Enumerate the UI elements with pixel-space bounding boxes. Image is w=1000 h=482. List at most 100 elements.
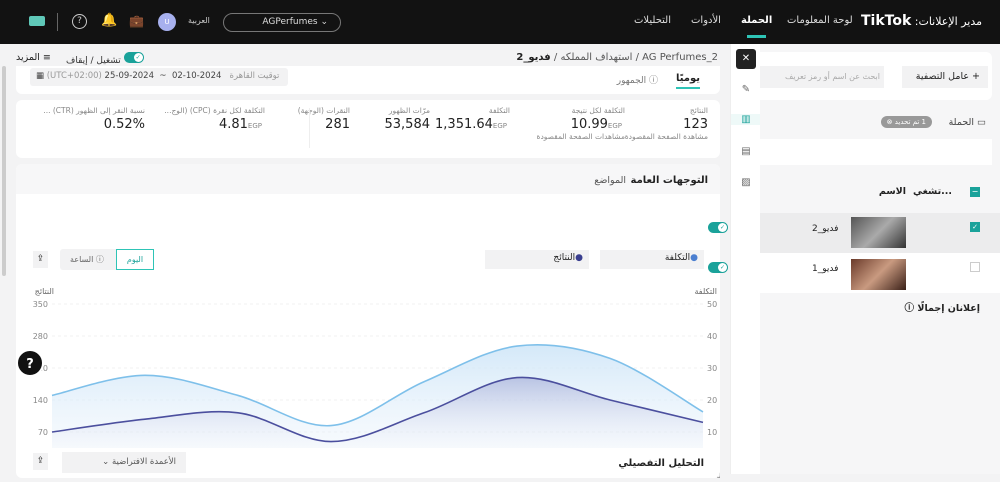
metric-1: التكلفة لكل نتيجة 10.99EGP مشاهدات الصفحة … — [537, 106, 625, 141]
chart-icon[interactable]: ▥ — [731, 114, 761, 125]
brand-name: TikTok — [861, 13, 911, 29]
date-start: 2024-09-25 — [105, 71, 154, 81]
status-toggle[interactable] — [124, 52, 144, 63]
campaign-label: الحملة — [949, 117, 974, 128]
brand-logo[interactable]: مدير الإعلانات: TikTok — [861, 13, 982, 29]
metric-select-cost[interactable]: ●التكلفة — [600, 250, 704, 269]
left-tick-label: 280 — [33, 332, 48, 341]
metric-label: التكلفة — [435, 106, 510, 115]
date-end: 2024-10-02 — [172, 71, 221, 81]
row-toggle[interactable] — [708, 262, 728, 273]
granularity-toggle: اليوم الساعة ⓘ — [60, 249, 154, 270]
granularity-day[interactable]: اليوم — [116, 249, 154, 270]
breadcrumb-account[interactable]: AG Perfumes_2 — [642, 52, 718, 63]
metric-label: النقرات (الوجهة) — [298, 106, 350, 115]
campaign-list-panel: + عامل التصفية ابحث عن اسم أو رمز تعريف … — [760, 44, 1000, 474]
ad-thumbnail[interactable] — [851, 259, 906, 290]
on-off-control[interactable]: تشغيل / إيقاف — [66, 52, 144, 66]
right-tick-label: 30 — [707, 364, 717, 373]
row-checkbox[interactable] — [970, 262, 980, 272]
search-input[interactable]: ابحث عن اسم أو رمز تعريف — [760, 66, 884, 88]
tab-trends[interactable]: التوجهات العامة — [631, 175, 708, 186]
nav-analytics[interactable]: التحليلات — [634, 15, 671, 26]
nav-campaign[interactable]: الحملة — [741, 15, 772, 26]
divider — [57, 13, 58, 31]
metric-0: النتائج123مشاهدة الصفحة المقصودة — [625, 106, 708, 141]
detail-title: التحليل التفصيلي — [618, 458, 704, 469]
ad-name[interactable]: فديو_2 — [812, 224, 838, 234]
columns-select-label: الأعمدة الافتراضية — [112, 457, 176, 467]
selected-chip[interactable]: 1 تم تحديد ⊗ — [881, 116, 932, 128]
metric-value: 0.52% — [104, 117, 145, 132]
metric-4: النقرات (الوجهة)281 — [298, 106, 350, 132]
add-filter-label: عامل التصفية — [916, 71, 969, 82]
tab-audience[interactable]: الجمهور ⓘ — [617, 73, 658, 86]
brand-suffix: مدير الإعلانات — [918, 15, 982, 28]
nav-tools[interactable]: الأدوات — [691, 15, 721, 26]
granularity-hour-label: الساعة — [70, 255, 93, 264]
close-icon[interactable]: ✕ — [736, 49, 756, 69]
breadcrumb: AG Perfumes_2 / استهداف المملكه / فديو_2 — [516, 52, 718, 63]
date-sep: ~ — [159, 71, 166, 81]
scrollbar[interactable] — [2, 66, 6, 276]
table-row[interactable]: ✓ فديو_2 — [760, 213, 1000, 253]
activity-icon[interactable]: ▨ — [731, 177, 761, 188]
tab-placements[interactable]: المواضع — [594, 175, 626, 186]
metric-select-cost-label: التكلفة — [665, 253, 690, 263]
select-all-checkbox[interactable]: − — [970, 187, 980, 197]
metric-value: 53,584 — [385, 117, 431, 132]
avatar[interactable]: U — [158, 13, 176, 31]
shop-icon[interactable] — [29, 16, 45, 26]
help-icon[interactable]: ? — [72, 14, 87, 29]
bell-icon[interactable]: 🔔 — [101, 13, 117, 28]
metric-label: التكلفة لكل نتيجة — [537, 106, 625, 115]
toggle-label: تشغيل / إيقاف — [66, 56, 121, 66]
nav-dashboard[interactable]: لوحة المعلومات — [787, 15, 853, 26]
briefcase-icon[interactable]: 💼 — [129, 14, 144, 28]
help-floating-button[interactable]: ? — [16, 349, 44, 377]
left-tick-label: 140 — [33, 396, 48, 405]
metric-value: 10.99 — [571, 117, 608, 132]
right-tick-label: 10 — [707, 428, 717, 437]
ad-detail-drawer: AG Perfumes_2 / استهداف المملكه / فديو_2… — [0, 44, 730, 474]
metric-sub: مشاهدات الصفحة المقصودة — [537, 132, 625, 141]
tabs-bar: يوميًا الجمهور ⓘ ▦ (UTC+02:00) توقيت الق… — [16, 66, 720, 94]
metrics-card: النتائج123مشاهدة الصفحة المقصودةالتكلفة … — [16, 100, 720, 158]
metric-currency: EGP — [493, 122, 507, 130]
row-checkbox[interactable]: ✓ — [970, 222, 980, 232]
date-range-picker[interactable]: ▦ (UTC+02:00) توقيت القاهرة 2024-10-02 ~… — [30, 68, 288, 86]
account-selector[interactable]: AGPerfumes ⌄ — [223, 13, 341, 32]
search-placeholder: ابحث عن اسم أو رمز تعريف — [785, 72, 880, 81]
language-switch[interactable]: العربية — [188, 16, 210, 25]
tab-daily[interactable]: يوميًا — [676, 73, 700, 89]
column-name[interactable]: الاسم — [879, 186, 906, 197]
more-button[interactable]: ≡ المزيد — [16, 52, 51, 63]
metric-currency: EGP — [608, 122, 622, 130]
metric-label: نسبة النقر إلى الظهور (CTR) ... — [43, 106, 145, 115]
table-row[interactable]: فديو_1 — [760, 253, 1000, 293]
edit-icon[interactable]: ✎ — [731, 84, 761, 95]
document-icon[interactable]: ▤ — [731, 146, 761, 157]
metric-select-results[interactable]: ●النتائج — [485, 250, 589, 269]
campaign-filter[interactable]: ▭ الحملة — [949, 117, 986, 128]
ad-thumbnail[interactable] — [851, 217, 906, 248]
drawer-icon-strip: ✕ ✎ ▥ ▤ ▨ — [730, 44, 760, 474]
add-filter-button[interactable]: + عامل التصفية — [902, 66, 988, 88]
export-icon[interactable]: ⇪ — [33, 251, 48, 268]
ad-name[interactable]: فديو_1 — [812, 264, 838, 274]
left-tick-label: 70 — [38, 428, 48, 437]
trends-card: التوجهات العامة المواضع ●التكلفة ●النتائ… — [16, 164, 720, 474]
calendar-icon: ▦ — [36, 71, 44, 81]
export-icon[interactable]: ⇪ — [33, 453, 48, 470]
breadcrumb-campaign[interactable]: استهداف المملكه — [560, 52, 632, 63]
right-tick-label: 20 — [707, 396, 717, 405]
tab-audience-label: الجمهور — [617, 76, 646, 86]
columns-select[interactable]: الأعمدة الافتراضية ⌄ — [62, 452, 186, 473]
granularity-hour[interactable]: الساعة ⓘ — [70, 254, 104, 265]
metric-currency: EGP — [248, 122, 262, 130]
metric-value: 123 — [683, 117, 708, 132]
column-status[interactable]: تشغي... — [913, 186, 952, 197]
total-ads-label: إعلانان إجمالًا ⓘ — [905, 300, 980, 314]
row-toggle[interactable] — [708, 222, 728, 233]
top-bar: مدير الإعلانات: TikTok لوحة المعلومات ال… — [0, 0, 1000, 44]
